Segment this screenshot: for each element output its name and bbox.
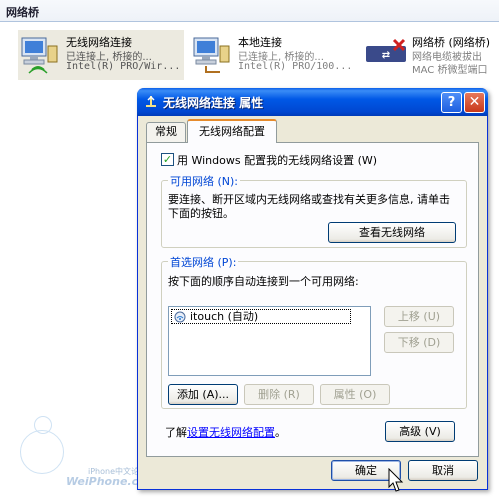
wireless-connection-icon [146, 95, 156, 107]
connection-local[interactable]: 本地连接 已连接上, 桥接的... Intel(R) PRO/100... [190, 30, 353, 80]
add-button[interactable]: 添加 (A)... [168, 384, 238, 405]
close-button[interactable]: ✕ [464, 92, 485, 113]
use-windows-checkbox[interactable]: ✓ [161, 153, 174, 166]
network-bridge-icon: ⇄ [366, 38, 406, 62]
use-windows-label: 用 Windows 配置我的无线网络设置 (W) [177, 154, 378, 167]
network-name: itouch (自动) [190, 310, 259, 323]
connection-wireless[interactable]: 无线网络连接 已连接上, 桥接的... Intel(R) PRO/Wir... [18, 30, 184, 80]
wireless-network-icon [174, 311, 186, 323]
cancel-button[interactable]: 取消 [408, 460, 478, 481]
learn-link[interactable]: 设置无线网络配置 [187, 426, 275, 439]
properties-button[interactable]: 属性 (O) [320, 384, 390, 405]
tab-wireless-config[interactable]: 无线网络配置 [187, 119, 277, 143]
preferred-networks-legend: 首选网络 (P): [168, 254, 239, 270]
mouse-pointer-icon [388, 468, 404, 492]
svg-text:⇄: ⇄ [382, 50, 390, 61]
tab-general[interactable]: 常规 [146, 122, 186, 142]
watermark-logo [20, 430, 64, 474]
learn-suffix: 。 [275, 426, 286, 439]
watermark-logo-dot [34, 416, 52, 434]
local-connection-icon [193, 37, 230, 73]
connection-device: MAC 桥微型端口 [412, 65, 488, 76]
connection-device: Intel(R) PRO/Wir... [66, 61, 181, 72]
explorer-section-header: 网络桥 [0, 0, 499, 22]
available-networks-group: 可用网络 (N): 要连接、断开区域内无线网络或查找有关更多信息, 请单击下面的… [161, 173, 467, 248]
dialog-titlebar[interactable]: 无线网络连接 属性 ? ✕ [137, 88, 488, 116]
preferred-networks-description: 按下面的顺序自动连接到一个可用网络: [168, 275, 359, 288]
preferred-networks-list[interactable]: itouch (自动) [168, 306, 371, 376]
section-title: 网络桥 [6, 6, 39, 19]
remove-button[interactable]: 删除 (R) [244, 384, 314, 405]
move-down-button[interactable]: 下移 (D) [384, 332, 454, 353]
preferred-networks-group: 首选网络 (P): 按下面的顺序自动连接到一个可用网络: itouch (自动)… [161, 254, 467, 409]
wireless-config-panel: ✓ 用 Windows 配置我的无线网络设置 (W) 可用网络 (N): 要连接… [146, 142, 479, 457]
connection-bridge[interactable]: ⇄ 网络桥 (网络桥) 网络电缆被拔出 MAC 桥微型端口 [364, 30, 499, 80]
learn-prefix: 了解 [165, 426, 187, 439]
view-wireless-networks-button[interactable]: 查看无线网络 [328, 222, 456, 243]
dialog-title: 无线网络连接 属性 [163, 96, 264, 110]
help-button[interactable]: ? [441, 92, 462, 113]
list-item[interactable]: itouch (自动) [171, 309, 351, 324]
move-up-button[interactable]: 上移 (U) [384, 306, 454, 327]
connection-device: Intel(R) PRO/100... [238, 61, 353, 72]
properties-dialog: 无线网络连接 属性 ? ✕ 常规 无线网络配置 ✓ 用 Windows 配置我的… [137, 88, 488, 490]
available-networks-description: 要连接、断开区域内无线网络或查找有关更多信息, 请单击下面的按钮。 [168, 193, 450, 220]
learn-text: 了解设置无线网络配置。 [165, 424, 286, 440]
available-networks-legend: 可用网络 (N): [168, 173, 241, 189]
advanced-button[interactable]: 高级 (V) [385, 421, 455, 442]
wireless-connection-icon [21, 37, 58, 74]
